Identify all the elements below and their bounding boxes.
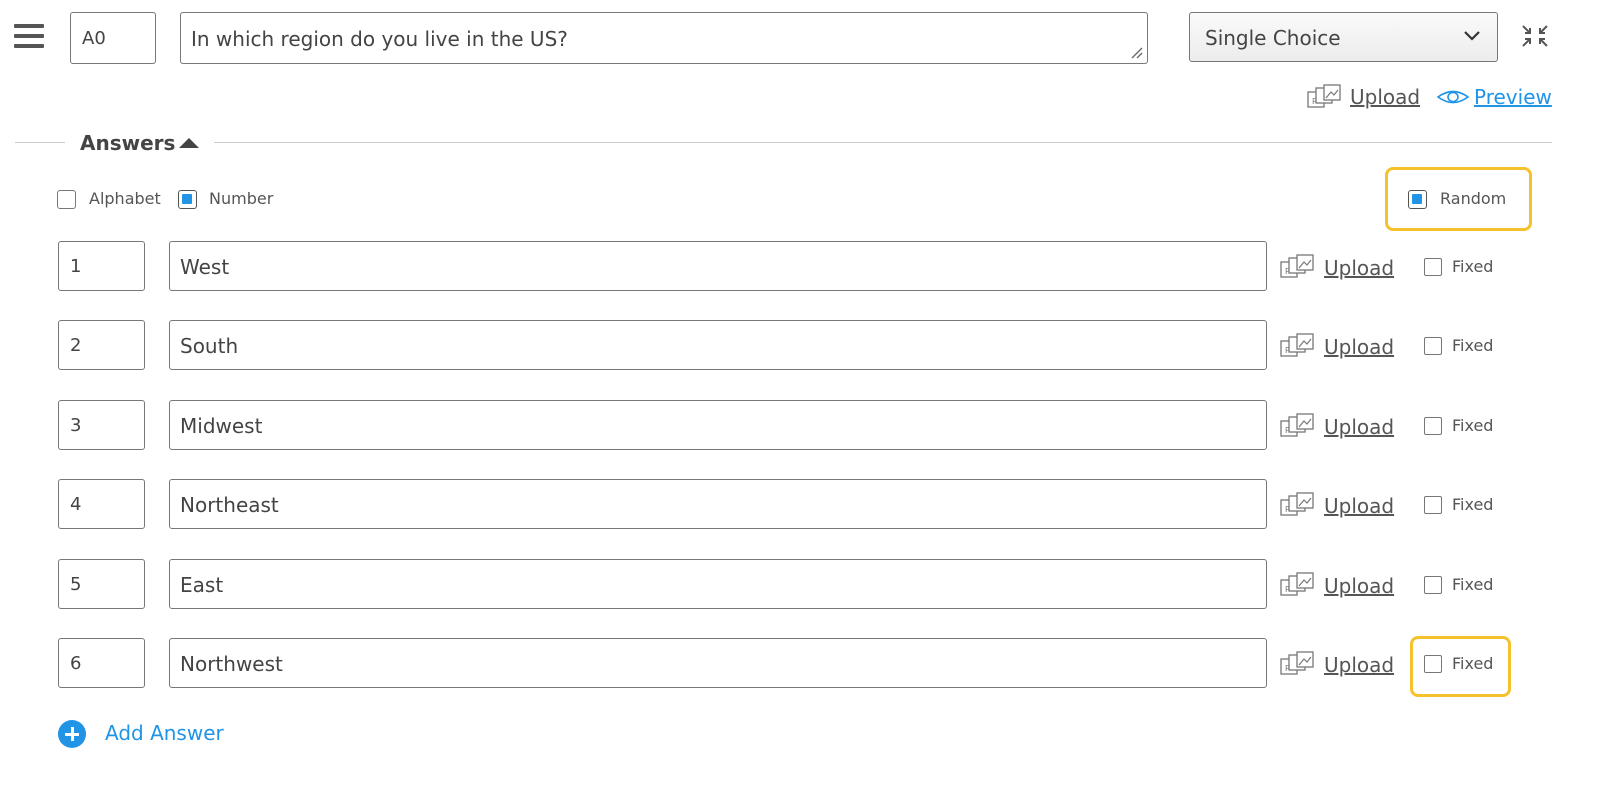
alphabet-label: Alphabet	[89, 189, 161, 208]
upload-link[interactable]: Upload	[1324, 335, 1394, 359]
image-upload-icon[interactable]: P	[1279, 413, 1317, 439]
image-upload-icon[interactable]: P	[1279, 572, 1317, 598]
fixed-label: Fixed	[1452, 257, 1494, 276]
svg-text:P: P	[1285, 505, 1290, 514]
answer-code-input[interactable]: 1	[58, 241, 145, 291]
number-checkbox[interactable]	[178, 190, 197, 209]
upload-link[interactable]: Upload	[1324, 574, 1394, 598]
answer-code-input[interactable]: 3	[58, 400, 145, 450]
svg-text:P: P	[1285, 585, 1290, 594]
answer-code-input[interactable]: 2	[58, 320, 145, 370]
fixed-label: Fixed	[1452, 654, 1494, 673]
fixed-label: Fixed	[1452, 495, 1494, 514]
random-label: Random	[1440, 189, 1507, 208]
answer-code-input[interactable]: 4	[58, 479, 145, 529]
upload-link[interactable]: Upload	[1324, 256, 1394, 280]
fixed-label: Fixed	[1452, 336, 1494, 355]
alphabet-checkbox[interactable]	[57, 190, 76, 209]
answer-text-input[interactable]: East	[169, 559, 1267, 609]
svg-text:P: P	[1312, 97, 1317, 106]
image-upload-icon[interactable]: P	[1279, 254, 1317, 280]
number-label: Number	[209, 189, 274, 208]
question-id-input[interactable]: A0	[70, 12, 156, 64]
add-answer-button[interactable]: Add Answer	[105, 721, 224, 745]
collapse-icon[interactable]	[1519, 22, 1551, 50]
caret-up-icon[interactable]	[177, 136, 201, 150]
answer-text-input[interactable]: West	[169, 241, 1267, 291]
random-checkbox[interactable]	[1408, 190, 1427, 209]
menu-icon[interactable]	[14, 24, 44, 50]
upload-link[interactable]: Upload	[1324, 653, 1394, 677]
svg-text:P: P	[1285, 426, 1290, 435]
fixed-checkbox[interactable]	[1424, 576, 1442, 594]
image-upload-icon[interactable]: P	[1279, 333, 1317, 359]
upload-link[interactable]: Upload	[1324, 415, 1394, 439]
image-upload-icon[interactable]: P	[1306, 84, 1344, 110]
upload-link[interactable]: Upload	[1324, 494, 1394, 518]
fixed-checkbox[interactable]	[1424, 258, 1442, 276]
question-type-value: Single Choice	[1205, 26, 1341, 50]
svg-text:P: P	[1285, 346, 1290, 355]
section-title: Answers	[80, 131, 176, 155]
answer-text-input[interactable]: South	[169, 320, 1267, 370]
eye-icon	[1436, 90, 1470, 104]
divider	[214, 142, 1552, 143]
answer-code-input[interactable]: 6	[58, 638, 145, 688]
answer-text-input[interactable]: Midwest	[169, 400, 1267, 450]
upload-link[interactable]: Upload	[1350, 85, 1420, 109]
resize-grip-icon[interactable]	[1129, 45, 1143, 59]
fixed-checkbox[interactable]	[1424, 417, 1442, 435]
question-type-select[interactable]: Single Choice	[1189, 12, 1498, 62]
svg-text:P: P	[1285, 664, 1290, 673]
answer-text-input[interactable]: Northeast	[169, 479, 1267, 529]
image-upload-icon[interactable]: P	[1279, 651, 1317, 677]
preview-link[interactable]: Preview	[1474, 85, 1552, 109]
fixed-label: Fixed	[1452, 575, 1494, 594]
fixed-checkbox[interactable]	[1424, 655, 1442, 673]
answer-text-input[interactable]: Northwest	[169, 638, 1267, 688]
question-text-value: In which region do you live in the US?	[191, 27, 568, 51]
svg-text:P: P	[1285, 267, 1290, 276]
fixed-checkbox[interactable]	[1424, 337, 1442, 355]
fixed-checkbox[interactable]	[1424, 496, 1442, 514]
chevron-down-icon	[1464, 31, 1480, 41]
plus-circle-icon[interactable]	[58, 720, 86, 748]
answer-code-input[interactable]: 5	[58, 559, 145, 609]
question-text-input[interactable]: In which region do you live in the US?	[180, 12, 1148, 64]
fixed-label: Fixed	[1452, 416, 1494, 435]
image-upload-icon[interactable]: P	[1279, 492, 1317, 518]
divider	[15, 142, 65, 143]
